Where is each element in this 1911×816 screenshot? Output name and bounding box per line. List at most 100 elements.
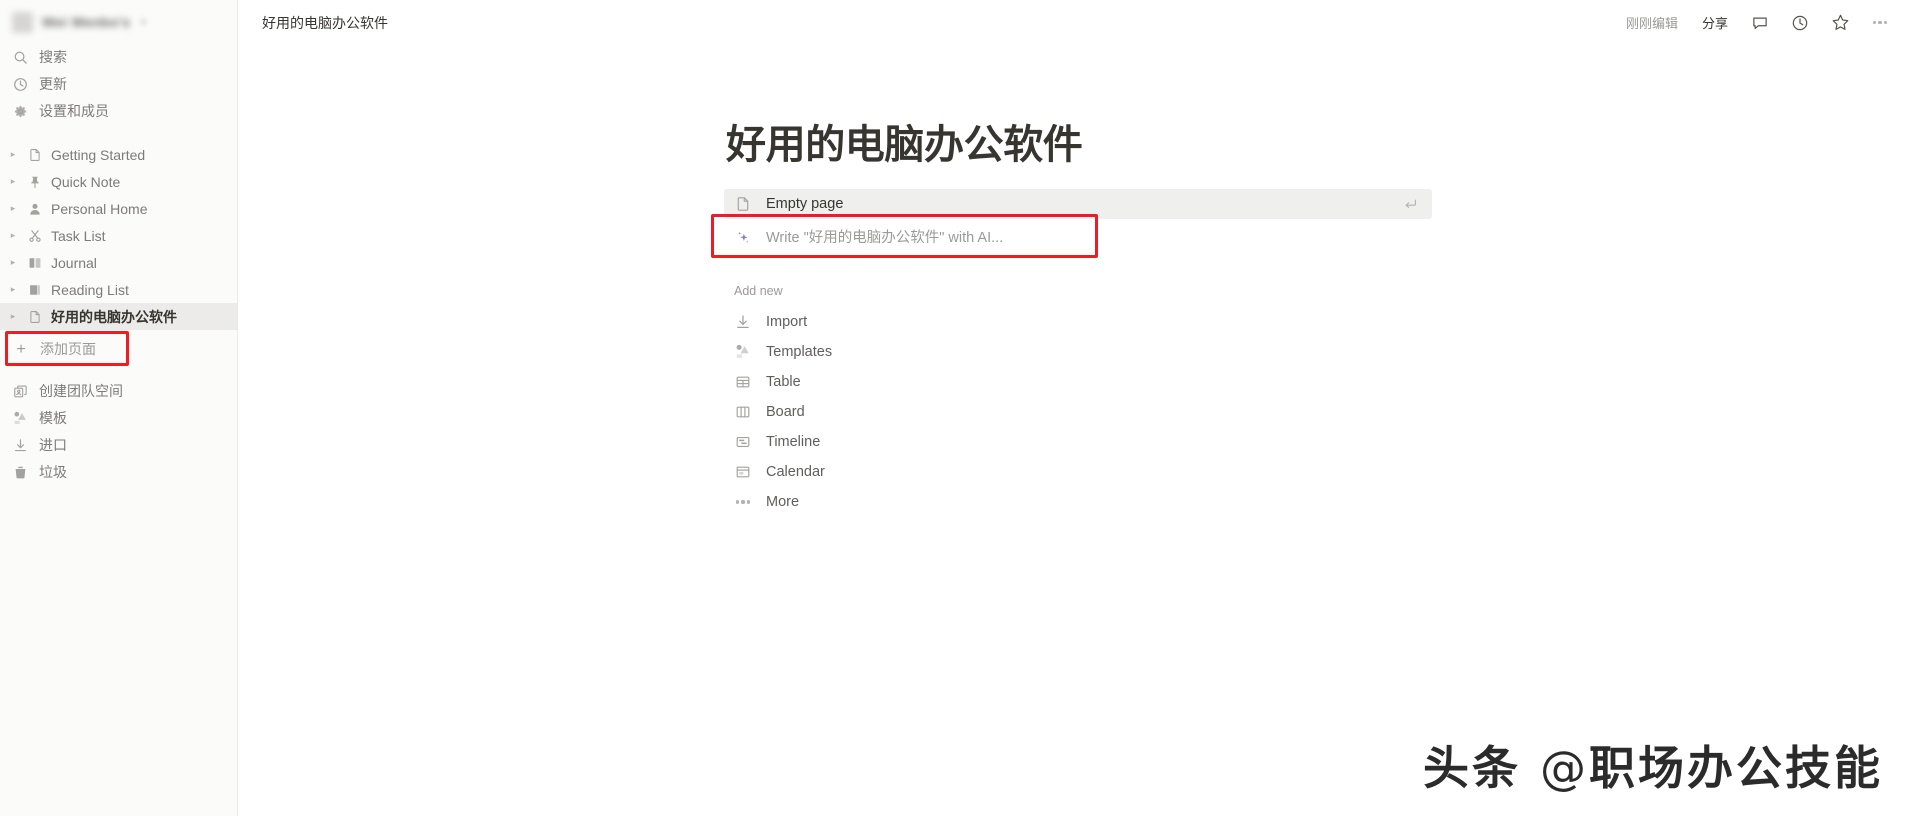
trash-icon xyxy=(12,464,29,481)
add-new-label: Timeline xyxy=(766,434,821,450)
sidebar-item-label: 更新 xyxy=(39,76,67,92)
sidebar-bottom-actions: 创建团队空间 模板 进口 垃圾 xyxy=(0,378,237,486)
sidebar-item-label: 进口 xyxy=(39,437,67,453)
sidebar-page-label: Journal xyxy=(51,254,97,271)
sidebar-page-reading-list[interactable]: ▸ Reading List xyxy=(0,276,237,303)
search-icon xyxy=(12,49,29,66)
templates-icon xyxy=(12,410,29,427)
page-icon xyxy=(26,146,44,164)
sidebar-item-settings-members[interactable]: 设置和成员 xyxy=(0,98,237,125)
sidebar-page-personal-home[interactable]: ▸ Personal Home xyxy=(0,195,237,222)
table-icon xyxy=(734,373,752,391)
import-arrow-icon xyxy=(734,313,752,331)
add-new-board[interactable]: Board xyxy=(724,397,1432,427)
option-empty-page[interactable]: Empty page xyxy=(724,189,1432,219)
sidebar-spacer-bottom xyxy=(0,367,237,378)
teamspace-icon xyxy=(12,383,29,400)
sidebar-item-templates[interactable]: 模板 xyxy=(0,405,237,432)
sidebar-item-updates[interactable]: 更新 xyxy=(0,71,237,98)
plus-icon: + xyxy=(16,340,26,358)
comment-icon[interactable] xyxy=(1747,10,1773,36)
watermark-prefix: 头条 xyxy=(1422,741,1521,795)
pin-icon xyxy=(26,173,44,191)
add-page-button[interactable]: + 添加页面 xyxy=(0,336,237,363)
option-write-with-ai[interactable]: Write "好用的电脑办公软件" with AI... xyxy=(711,214,1432,258)
sidebar-page-label: Personal Home xyxy=(51,200,148,217)
chevron-right-icon[interactable]: ▸ xyxy=(5,147,21,163)
person-icon xyxy=(26,200,44,218)
enter-key-icon xyxy=(1403,197,1418,212)
more-horizontal-icon[interactable] xyxy=(1867,10,1893,36)
chevron-right-icon[interactable]: ▸ xyxy=(5,201,21,217)
page-body: 好用的电脑办公软件 Empty page Write "好用的电脑办公软件" w… xyxy=(238,123,1911,517)
page-title[interactable]: 好用的电脑办公软件 xyxy=(724,123,1432,167)
new-page-options-menu: Empty page Write "好用的电脑办公软件" with AI... … xyxy=(711,189,1432,517)
workspace-name: Wei Wenbo's xyxy=(42,14,131,30)
ai-sparkle-icon xyxy=(734,229,752,247)
add-new-import[interactable]: Import xyxy=(724,307,1432,337)
sidebar-item-label: 搜索 xyxy=(39,49,67,65)
clock-history-icon[interactable] xyxy=(1787,10,1813,36)
sidebar-quick-actions: 搜索 更新 设置和成员 xyxy=(0,44,237,125)
more-dots-icon xyxy=(734,493,752,511)
add-new-label: Table xyxy=(766,374,801,390)
sidebar: Wei Wenbo's ▾ 搜索 更新 设置和成员 ▸ Getting Star… xyxy=(0,0,238,816)
sidebar-item-import[interactable]: 进口 xyxy=(0,432,237,459)
add-new-more[interactable]: More xyxy=(724,487,1432,517)
workspace-switcher[interactable]: Wei Wenbo's ▾ xyxy=(0,0,237,44)
notion-app-window: Wei Wenbo's ▾ 搜索 更新 设置和成员 ▸ Getting Star… xyxy=(0,0,1911,816)
share-button[interactable]: 分享 xyxy=(1697,10,1733,35)
chevron-right-icon[interactable]: ▸ xyxy=(5,174,21,190)
sidebar-page-label: 好用的电脑办公软件 xyxy=(51,308,177,325)
sidebar-page-label: Getting Started xyxy=(51,146,146,163)
add-new-label: Board xyxy=(766,404,805,420)
page-icon xyxy=(26,308,44,326)
board-icon xyxy=(734,403,752,421)
add-new-templates[interactable]: Templates xyxy=(724,337,1432,367)
sidebar-item-create-teamspace[interactable]: 创建团队空间 xyxy=(0,378,237,405)
chevron-right-icon[interactable]: ▸ xyxy=(5,228,21,244)
sidebar-page-task-list[interactable]: ▸ Task List xyxy=(0,222,237,249)
sidebar-page-getting-started[interactable]: ▸ Getting Started xyxy=(0,141,237,168)
scissors-icon xyxy=(26,227,44,245)
dots-glyph xyxy=(1872,20,1888,25)
chevron-down-icon: ▾ xyxy=(141,16,146,27)
option-label: Write "好用的电脑办公软件" with AI... xyxy=(766,230,1004,246)
star-icon[interactable] xyxy=(1827,10,1853,36)
watermark-handle: 职场办公技能 xyxy=(1589,741,1883,795)
sidebar-item-trash[interactable]: 垃圾 xyxy=(0,459,237,486)
sidebar-item-label: 垃圾 xyxy=(39,464,67,480)
add-new-label: Calendar xyxy=(766,464,825,480)
add-new-timeline[interactable]: Timeline xyxy=(724,427,1432,457)
top-bar: 好用的电脑办公软件 刚刚编辑 分享 xyxy=(238,0,1911,45)
sidebar-page-quick-note[interactable]: ▸ Quick Note xyxy=(0,168,237,195)
page-icon xyxy=(734,195,752,213)
sidebar-item-label: 创建团队空间 xyxy=(39,383,123,399)
sidebar-item-label: 模板 xyxy=(39,410,67,426)
sidebar-page-journal[interactable]: ▸ Journal xyxy=(0,249,237,276)
add-new-section-label: Add new xyxy=(734,284,783,298)
chevron-right-icon[interactable]: ▸ xyxy=(5,282,21,298)
chevron-right-icon[interactable]: ▸ xyxy=(5,309,21,325)
closed-book-icon xyxy=(26,281,44,299)
chevron-right-icon[interactable]: ▸ xyxy=(5,255,21,271)
watermark-at: @ xyxy=(1540,741,1589,795)
gear-icon xyxy=(12,103,29,120)
calendar-icon xyxy=(734,463,752,481)
sidebar-page-current[interactable]: ▸ 好用的电脑办公软件 xyxy=(0,303,237,330)
sidebar-page-label: Reading List xyxy=(51,281,129,298)
workspace-avatar xyxy=(12,11,33,33)
open-book-icon xyxy=(26,254,44,272)
watermark: 头条 @职场办公技能 xyxy=(1423,732,1883,798)
sidebar-page-label: Quick Note xyxy=(51,173,121,190)
templates-icon xyxy=(734,343,752,361)
sidebar-item-search[interactable]: 搜索 xyxy=(0,44,237,71)
add-new-calendar[interactable]: Calendar xyxy=(724,457,1432,487)
add-new-label: Import xyxy=(766,314,808,330)
page-content-column: 好用的电脑办公软件 Empty page Write "好用的电脑办公软件" w… xyxy=(711,123,1432,517)
dots-glyph xyxy=(735,500,751,504)
clock-update-icon xyxy=(12,76,29,93)
add-new-table[interactable]: Table xyxy=(724,367,1432,397)
breadcrumb[interactable]: 好用的电脑办公软件 xyxy=(256,11,394,35)
